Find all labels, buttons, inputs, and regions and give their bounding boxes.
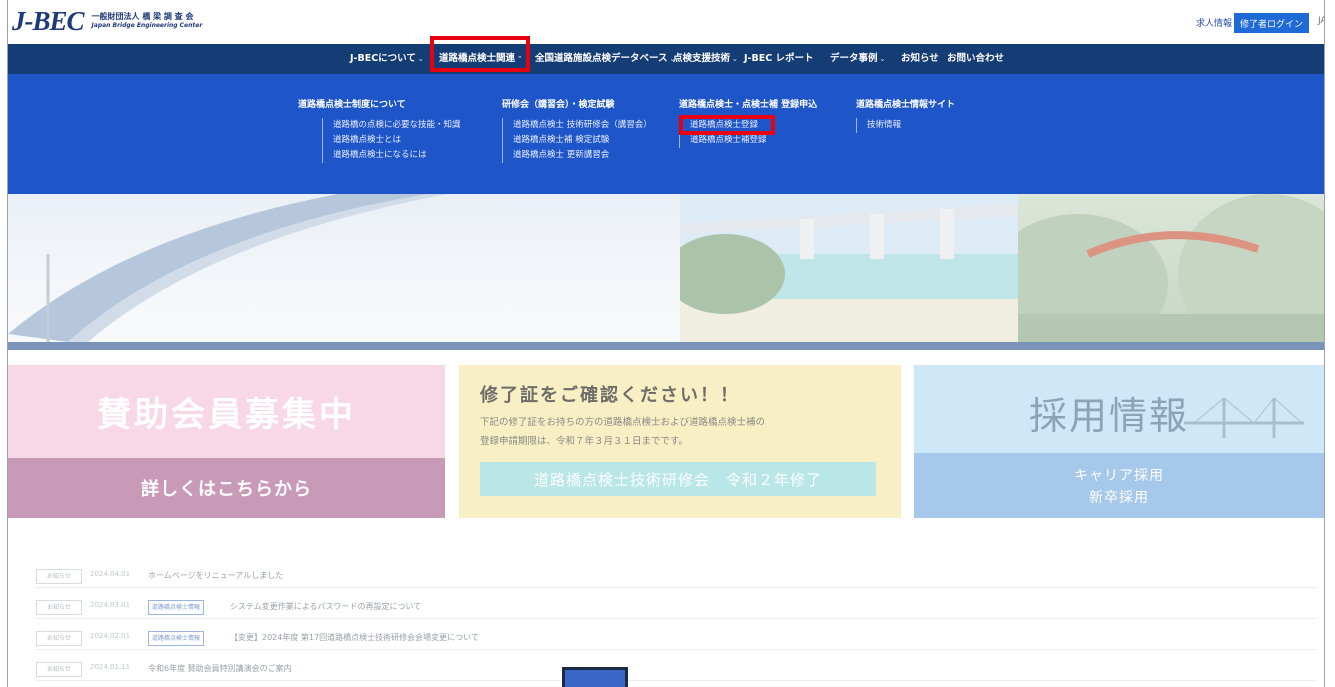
mega-item[interactable]: 道路橋点検士補 検定試験 bbox=[513, 133, 652, 148]
recruit-banner[interactable]: 採用情報 キャリア採用 新卒採用 bbox=[914, 365, 1324, 518]
news-tag: 道路橋点検士情報 bbox=[148, 600, 205, 615]
nav-item-support-tech[interactable]: 点検支援技術 ⌄ bbox=[673, 44, 738, 74]
recruit-title: 採用情報 bbox=[1029, 394, 1190, 438]
logo-mark: J-BEC bbox=[12, 6, 85, 36]
mega-heading-training[interactable]: 研修会（講習会）・検定試験 bbox=[502, 97, 615, 110]
mega-item[interactable]: 道路橋点検士補登録 bbox=[690, 133, 767, 148]
nav-label: 点検支援技術 bbox=[673, 53, 731, 64]
news-category: お知らせ bbox=[36, 662, 82, 677]
nav-label: お知らせ bbox=[901, 53, 939, 64]
bridge-icon bbox=[1184, 397, 1304, 438]
main-nav: J-BECについて ⌄ 道路橋点検士関連 ⌃ 全国道路施設点検データベース ⌄ 点検支… bbox=[8, 44, 1324, 74]
language-link[interactable]: JA bbox=[1318, 16, 1324, 26]
news-date: 2024.02.01 bbox=[90, 632, 131, 640]
nav-item-database[interactable]: 全国道路施設点検データベース ⌄ bbox=[535, 44, 675, 74]
login-button[interactable]: 修了者ログイン bbox=[1234, 13, 1309, 33]
nav-label: データ事例 bbox=[830, 53, 878, 64]
mega-list-system: 道路橋の点検に必要な技能・知識 道路橋点検士とは 道路橋点検士になるには bbox=[322, 118, 461, 163]
site-logo[interactable]: J-BEC 一般財団法人 橋 梁 調 査 会 Japan Bridge Engi… bbox=[12, 6, 202, 36]
news-title[interactable]: システム変更作業によるパスワードの再設定について bbox=[230, 601, 421, 612]
certificate-banner[interactable]: 修了証をご確認ください！！ 下記の修了証をお持ちの方の道路橋点検士および道路橋点… bbox=[459, 365, 901, 518]
certificate-body: 下記の修了証をお持ちの方の道路橋点検士および道路橋点検士補の 登録申請期限は、令… bbox=[480, 413, 765, 451]
mega-list-training: 道路橋点検士 技術研修会（講習会） 道路橋点検士補 検定試験 道路橋点検士 更新… bbox=[502, 118, 652, 163]
mega-item[interactable]: 道路橋点検士 更新講習会 bbox=[513, 148, 652, 163]
news-date: 2024.04.01 bbox=[90, 570, 131, 578]
annotation-highlight-nav bbox=[430, 36, 530, 72]
nav-label: J-BEC レポート bbox=[744, 53, 814, 64]
logo-text: 一般財団法人 橋 梁 調 査 会 Japan Bridge Engineerin… bbox=[92, 12, 203, 30]
site-header: J-BEC 一般財団法人 橋 梁 調 査 会 Japan Bridge Engi… bbox=[8, 0, 1324, 44]
news-list: お知らせ 2024.04.01 ホームページをリニューアルしました お知らせ 2… bbox=[36, 565, 1316, 687]
hero-divider bbox=[8, 342, 1324, 350]
news-title[interactable]: ホームページをリニューアルしました bbox=[148, 570, 283, 581]
browser-viewport: J-BEC 一般財団法人 橋 梁 調 査 会 Japan Bridge Engi… bbox=[7, 0, 1325, 687]
news-date: 2024.03.01 bbox=[90, 601, 131, 609]
hero-slideshow bbox=[8, 194, 1324, 342]
news-row[interactable]: お知らせ 2024.03.01 道路橋点検士情報 システム変更作業によるパスワー… bbox=[36, 596, 1316, 619]
nav-label: J-BECについて bbox=[350, 53, 416, 64]
mega-item[interactable]: 道路橋の点検に必要な技能・知識 bbox=[333, 118, 461, 133]
news-row[interactable]: お知らせ 2024.02.01 道路橋点検士情報 【変更】2024年度 第17回… bbox=[36, 627, 1316, 650]
mega-heading-registration[interactable]: 道路橋点検士・点検士補 登録申込 bbox=[679, 97, 817, 110]
news-row[interactable]: お知らせ 2024.01.11 令和6年度 賛助会員特別講演会のご案内 bbox=[36, 658, 1316, 681]
mega-item[interactable]: 技術情報 bbox=[867, 118, 901, 133]
mega-menu: 道路橋点検士制度について 道路橋の点検に必要な技能・知識 道路橋点検士とは 道路… bbox=[8, 74, 1324, 194]
mega-item[interactable]: 道路橋点検士とは bbox=[333, 133, 461, 148]
logo-org-name-en: Japan Bridge Engineering Center bbox=[91, 22, 203, 29]
certificate-course-box: 道路橋点検士技術研修会 令和２年修了 bbox=[480, 462, 876, 496]
news-tag: 道路橋点検士情報 bbox=[148, 631, 205, 646]
certificate-body-line: 登録申請期限は、令和７年３月３１日までです。 bbox=[480, 436, 689, 447]
mega-item[interactable]: 道路橋点検士になるには bbox=[333, 148, 461, 163]
news-date: 2024.01.11 bbox=[90, 663, 131, 671]
nav-label: 全国道路施設点検データベース bbox=[535, 53, 668, 64]
mega-heading-system[interactable]: 道路橋点検士制度について bbox=[298, 97, 406, 110]
sponsor-title: 賛助会員募集中 bbox=[97, 395, 356, 435]
chevron-down-icon: ⌄ bbox=[732, 55, 738, 63]
hero-overlay bbox=[8, 194, 1324, 342]
nav-item-news[interactable]: お知らせ bbox=[901, 44, 939, 74]
sponsor-banner[interactable]: 賛助会員募集中 詳しくはこちらから bbox=[8, 365, 445, 518]
sponsor-link[interactable]: 詳しくはこちらから bbox=[8, 458, 445, 518]
news-category: お知らせ bbox=[36, 631, 82, 646]
nav-item-data-cases[interactable]: データ事例 ⌄ bbox=[830, 44, 885, 74]
annotation-highlight-submenu bbox=[679, 115, 775, 135]
news-title[interactable]: 【変更】2024年度 第17回道路橋点検士技術研修会会場変更について bbox=[230, 632, 479, 643]
recruit-links: キャリア採用 新卒採用 bbox=[914, 453, 1324, 518]
logo-org-name: 一般財団法人 橋 梁 調 査 会 bbox=[91, 12, 194, 21]
certificate-title: 修了証をご確認ください！！ bbox=[480, 385, 740, 406]
news-category: お知らせ bbox=[36, 569, 82, 584]
nav-item-report[interactable]: J-BEC レポート bbox=[744, 44, 814, 74]
mega-list-info-site: 技術情報 bbox=[856, 118, 901, 133]
chevron-down-icon: ⌄ bbox=[879, 55, 886, 63]
recruit-link[interactable]: 求人情報 bbox=[1196, 16, 1232, 29]
recruit-banner-top: 採用情報 bbox=[914, 365, 1324, 453]
nav-item-about[interactable]: J-BECについて ⌄ bbox=[350, 44, 424, 74]
nav-label: お問い合わせ bbox=[947, 53, 1005, 64]
certificate-body-line: 下記の修了証をお持ちの方の道路橋点検士および道路橋点検士補の bbox=[480, 417, 766, 428]
nav-item-contact[interactable]: お問い合わせ bbox=[947, 44, 1004, 74]
career-recruit-link[interactable]: キャリア採用 bbox=[914, 465, 1324, 485]
graduate-recruit-link[interactable]: 新卒採用 bbox=[914, 487, 1324, 507]
mega-item[interactable]: 道路橋点検士 技術研修会（講習会） bbox=[513, 118, 652, 133]
chevron-down-icon: ⌄ bbox=[417, 55, 424, 63]
mega-heading-info-site[interactable]: 道路橋点検士情報サイト bbox=[856, 97, 955, 110]
news-row[interactable]: お知らせ 2024.04.01 ホームページをリニューアルしました bbox=[36, 565, 1316, 588]
news-category: お知らせ bbox=[36, 600, 82, 615]
news-title[interactable]: 令和6年度 賛助会員特別講演会のご案内 bbox=[148, 663, 292, 674]
scroll-top-button[interactable] bbox=[562, 667, 628, 687]
